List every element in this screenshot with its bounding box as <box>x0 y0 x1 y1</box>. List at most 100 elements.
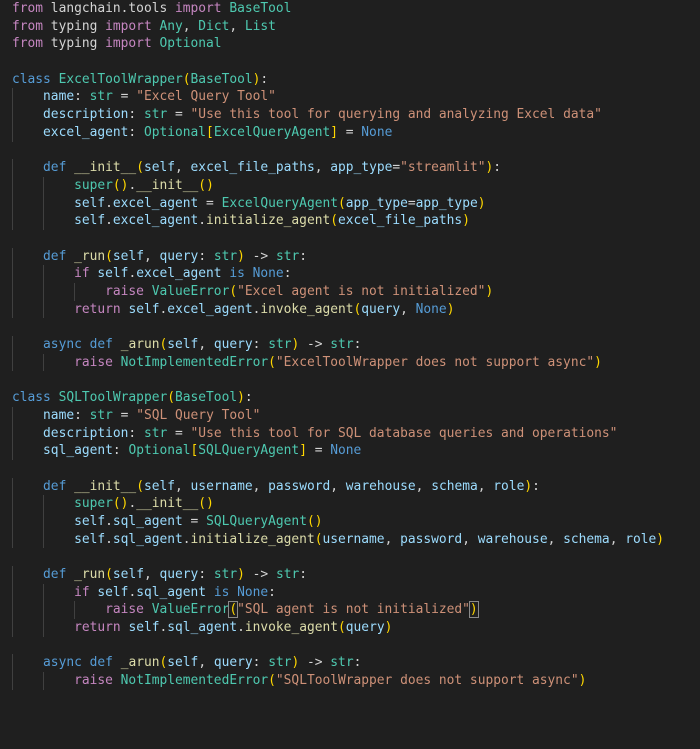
code-token: def <box>43 478 67 494</box>
code-line[interactable]: class SQLToolWrapper(BaseTool): <box>0 389 700 407</box>
code-line[interactable]: raise NotImplementedError("SQLToolWrappe… <box>0 672 700 690</box>
code-token: = <box>112 407 137 423</box>
code-line[interactable]: self.sql_agent = SQLQueryAgent() <box>0 512 700 531</box>
code-line[interactable]: sql_agent: Optional[SQLQueryAgent] = Non… <box>0 442 700 460</box>
code-token: . <box>105 513 113 529</box>
code-token: ( <box>268 673 276 689</box>
code-line[interactable]: super().__init__() <box>0 495 700 513</box>
code-line[interactable]: from typing import Any, Dict, List <box>0 18 700 36</box>
code-token: , <box>143 248 160 264</box>
code-token: warehouse <box>345 478 416 494</box>
code-token: "SQLToolWrapper does not support async" <box>275 673 579 689</box>
code-token: = <box>392 160 401 176</box>
indent-guide <box>12 442 13 460</box>
code-line[interactable]: name: str = "SQL Query Tool" <box>0 406 700 425</box>
code-line[interactable]: from typing import Optional <box>0 35 700 53</box>
code-token: SQLToolWrapper <box>58 390 168 406</box>
code-token: Optional <box>128 443 191 459</box>
code-line[interactable]: self.excel_agent.initialize_agent(excel_… <box>0 212 700 230</box>
code-token: : <box>493 160 502 176</box>
code-line[interactable]: description: str = "Use this tool for qu… <box>0 106 700 124</box>
indent-guide <box>12 583 13 602</box>
code-token: , <box>477 478 494 494</box>
code-token: ) <box>237 390 245 406</box>
code-token: : <box>532 478 540 494</box>
code-token: self <box>74 213 106 229</box>
code-line[interactable]: raise ValueError("Excel agent is not ini… <box>0 283 700 301</box>
code-token: typing <box>43 18 106 34</box>
code-token: import <box>105 18 152 34</box>
code-token: . <box>105 195 113 211</box>
code-line[interactable]: raise ValueError("SQL agent is not initi… <box>0 601 700 620</box>
code-token: BaseTool <box>221 1 292 16</box>
code-line[interactable] <box>0 230 700 248</box>
code-line[interactable] <box>0 637 700 655</box>
code-token: str <box>268 655 292 671</box>
code-line[interactable]: from langchain.tools import BaseTool <box>0 0 700 18</box>
indent-guide <box>12 672 13 690</box>
code-line[interactable]: self.excel_agent = ExcelQueryAgent(app_t… <box>0 194 700 213</box>
code-token: self <box>112 248 144 264</box>
code-token: = <box>338 124 362 140</box>
code-token: -> <box>299 655 331 671</box>
code-line[interactable]: name: str = "Excel Query Tool" <box>0 88 700 107</box>
code-token: -> <box>244 567 276 582</box>
code-line[interactable]: def _run(self, query: str) -> str: <box>0 247 700 266</box>
code-token: str <box>275 567 300 582</box>
code-line[interactable]: super().__init__() <box>0 176 700 195</box>
code-token: , <box>330 478 346 494</box>
code-token: self <box>143 478 176 494</box>
code-line[interactable] <box>0 142 700 160</box>
code-line[interactable]: async def _arun(self, query: str) -> str… <box>0 654 700 673</box>
code-line[interactable] <box>0 460 700 478</box>
code-token: ( <box>136 478 144 494</box>
code-line[interactable]: raise NotImplementedError("ExcelToolWrap… <box>0 353 700 372</box>
code-token: ExcelQueryAgent <box>221 195 338 211</box>
code-token: self <box>167 655 199 671</box>
code-token: None <box>237 584 269 600</box>
code-token: : <box>128 425 144 441</box>
code-token: str <box>213 248 238 264</box>
code-line[interactable] <box>0 53 700 71</box>
code-token: excel_file_paths <box>190 160 315 176</box>
indent-guide <box>43 601 45 620</box>
code-line[interactable] <box>0 371 700 389</box>
code-token: ( <box>112 177 121 193</box>
code-line[interactable] <box>0 318 700 336</box>
code-line[interactable]: if self.sql_agent is None: <box>0 583 700 602</box>
code-token: excel_file_paths <box>338 213 463 229</box>
indent-guide <box>12 247 13 266</box>
code-line[interactable]: return self.sql_agent.invoke_agent(query… <box>0 619 700 637</box>
code-token: ) <box>384 620 393 636</box>
code-line[interactable]: if self.excel_agent is None: <box>0 265 700 283</box>
code-token: ( <box>229 284 238 299</box>
code-line[interactable]: def __init__(self, excel_file_paths, app… <box>0 159 700 177</box>
code-token: typing <box>43 36 106 52</box>
code-line[interactable]: description: str = "Use this tool for SQ… <box>0 424 700 443</box>
code-line[interactable]: excel_agent: Optional[ExcelQueryAgent] =… <box>0 123 700 142</box>
code-line[interactable] <box>0 548 700 566</box>
indent-guide <box>43 353 45 372</box>
code-token: query <box>159 248 199 264</box>
code-token: invoke_agent <box>260 301 354 317</box>
code-token: None <box>361 124 393 140</box>
code-line[interactable]: return self.excel_agent.invoke_agent(que… <box>0 300 700 319</box>
code-token: str <box>275 248 300 264</box>
code-token: initialize_agent <box>190 531 315 547</box>
code-line[interactable]: class ExcelToolWrapper(BaseTool): <box>0 71 700 89</box>
code-line[interactable]: async def _arun(self, query: str) -> str… <box>0 336 700 354</box>
code-token: import <box>105 36 152 52</box>
code-token: . <box>182 531 191 547</box>
code-editor[interactable]: from langchain.tools import BaseTool from… <box>0 0 700 749</box>
code-line[interactable]: self.sql_agent.initialize_agent(username… <box>0 530 700 549</box>
code-line[interactable]: def __init__(self, username, password, w… <box>0 477 700 496</box>
code-line[interactable]: def _run(self, query: str) -> str: <box>0 566 700 584</box>
code-token: __init__ <box>74 160 137 176</box>
